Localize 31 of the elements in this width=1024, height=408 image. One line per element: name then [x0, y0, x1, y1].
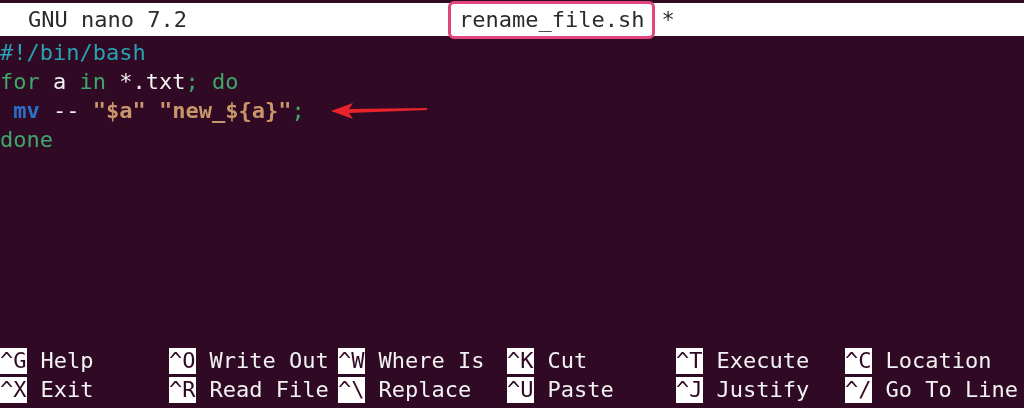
- shortcut-label: Execute: [716, 348, 810, 373]
- shortcut-key: ^U: [507, 376, 534, 403]
- code-line: for a in *.txt; do: [0, 68, 239, 96]
- shortcut-label: Location: [885, 348, 992, 373]
- shortcut-key: ^X: [0, 376, 27, 403]
- shortcut-label: Help: [40, 348, 94, 373]
- shortcut-label: Read File: [209, 377, 329, 402]
- shortcut-label: Replace: [378, 377, 472, 402]
- code-line: done: [0, 126, 53, 154]
- shortcut-key: ^G: [0, 347, 27, 374]
- shortcut-label: Go To Line: [885, 377, 1018, 402]
- modified-indicator: *: [661, 7, 675, 32]
- shortcut-key: ^J: [676, 376, 703, 403]
- shortcut-label: Exit: [40, 377, 94, 402]
- code-line: #!/bin/bash: [0, 39, 146, 67]
- shortcut-key: ^K: [507, 347, 534, 374]
- shortcut-key: ^R: [169, 376, 196, 403]
- file-name: rename_file.sh: [448, 0, 656, 39]
- shortcut-key: ^\: [338, 376, 365, 403]
- shortcut-key: ^T: [676, 347, 703, 374]
- shortcut-key: ^C: [845, 347, 872, 374]
- code-line: mv -- "$a" "new_${a}";: [12, 97, 305, 125]
- shortcut-key: ^/: [845, 376, 872, 403]
- shortcut-key: ^O: [169, 347, 196, 374]
- shortcut-label: Cut: [547, 348, 588, 373]
- shortcut-key: ^W: [338, 347, 365, 374]
- shortcut-label: Paste: [547, 377, 614, 402]
- shortcut-label: Justify: [716, 377, 810, 402]
- shortcut-label: Where Is: [378, 348, 485, 373]
- shortcut-label: Write Out: [209, 348, 329, 373]
- program-version: GNU nano 7.2: [28, 7, 188, 32]
